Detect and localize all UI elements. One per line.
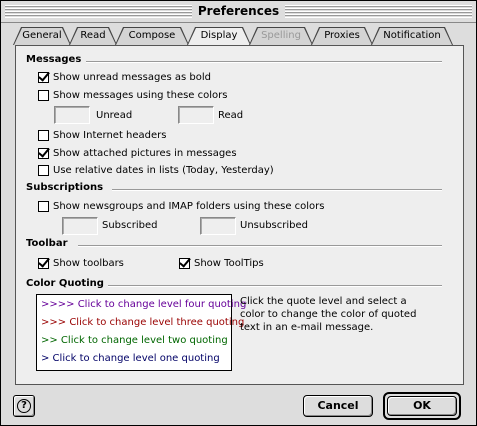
read-label: Read	[218, 110, 244, 121]
checkbox-label: Show messages using these colors	[53, 89, 228, 101]
checkbox-label: Use relative dates in lists (Today, Yest…	[53, 164, 274, 176]
show-unread-bold-checkbox[interactable]: Show unread messages as bold	[38, 70, 211, 84]
checkbox-box[interactable]	[179, 257, 190, 269]
title-bar[interactable]: Preferences	[1, 1, 476, 23]
show-toolbars-checkbox[interactable]: Show toolbars	[38, 256, 124, 270]
help-button[interactable]: ?	[13, 395, 35, 417]
tab-spelling: Spelling	[249, 27, 313, 45]
show-internet-headers-checkbox[interactable]: Show Internet headers	[38, 128, 167, 142]
cancel-button[interactable]: Cancel	[303, 395, 373, 417]
checkbox-label: Show Internet headers	[53, 129, 167, 141]
tab-display[interactable]: Display	[187, 27, 251, 45]
tab-proxies[interactable]: Proxies	[311, 27, 373, 45]
show-tooltips-checkbox[interactable]: Show ToolTips	[179, 256, 264, 270]
show-attached-pictures-checkbox[interactable]: Show attached pictures in messages	[38, 146, 237, 160]
tab-notification[interactable]: Notification	[371, 27, 453, 45]
section-divider	[112, 189, 442, 191]
checkbox-box[interactable]	[38, 129, 49, 141]
ok-button[interactable]: OK	[383, 392, 461, 420]
checkbox-box[interactable]	[38, 164, 49, 176]
read-color-swatch[interactable]	[178, 106, 214, 124]
subscriptions-section-title: Subscriptions	[26, 182, 104, 193]
unsubscribed-label: Unsubscribed	[240, 220, 308, 231]
checkbox-box[interactable]	[38, 71, 49, 83]
unread-label: Unread	[96, 110, 133, 121]
checkbox-label: Show newsgroups and IMAP folders using t…	[53, 200, 325, 212]
subscriptions-colors-checkbox[interactable]: Show newsgroups and IMAP folders using t…	[38, 199, 324, 213]
checkbox-box[interactable]	[38, 147, 49, 159]
section-divider	[108, 285, 442, 287]
checkbox-box[interactable]	[38, 89, 49, 101]
show-messages-colors-checkbox[interactable]: Show messages using these colors	[38, 88, 227, 102]
window-title: Preferences	[191, 4, 286, 18]
tab-compose[interactable]: Compose	[115, 27, 189, 45]
tab-general[interactable]: General	[13, 27, 71, 45]
quote-level-three[interactable]: >>> Click to change level three quoting	[41, 317, 244, 328]
tab-bar: General Read Compose Display Spelling Pr…	[13, 27, 465, 45]
section-divider	[78, 245, 442, 247]
quote-level-two[interactable]: >> Click to change level two quoting	[41, 335, 228, 346]
tab-read[interactable]: Read	[69, 27, 117, 45]
section-divider	[86, 61, 442, 63]
color-quoting-help-text: Click the quote level and select a color…	[240, 296, 417, 333]
preferences-window: Preferences General Read Compose Display…	[0, 0, 477, 426]
unread-color-swatch[interactable]	[54, 106, 90, 124]
quote-level-four[interactable]: >>>> Click to change level four quoting	[41, 299, 246, 310]
color-quoting-section-title: Color Quoting	[26, 278, 104, 289]
messages-section-title: Messages	[26, 54, 82, 65]
quote-levels-box: >>>> Click to change level four quoting …	[36, 294, 246, 371]
checkbox-label: Show unread messages as bold	[53, 71, 211, 83]
question-mark-icon: ?	[17, 399, 31, 413]
subscribed-label: Subscribed	[102, 220, 158, 231]
checkbox-label: Show ToolTips	[194, 257, 264, 269]
checkbox-label: Show attached pictures in messages	[53, 147, 237, 159]
unsubscribed-color-swatch[interactable]	[200, 217, 236, 235]
checkbox-box[interactable]	[38, 257, 49, 269]
relative-dates-checkbox[interactable]: Use relative dates in lists (Today, Yest…	[38, 163, 274, 177]
quote-level-one[interactable]: > Click to change level one quoting	[41, 353, 220, 364]
ok-button-label: OK	[387, 396, 457, 416]
display-panel: Messages Show unread messages as bold Sh…	[15, 45, 464, 385]
checkbox-box[interactable]	[38, 200, 49, 212]
checkbox-label: Show toolbars	[53, 257, 124, 269]
subscribed-color-swatch[interactable]	[62, 217, 98, 235]
toolbar-section-title: Toolbar	[26, 238, 68, 249]
